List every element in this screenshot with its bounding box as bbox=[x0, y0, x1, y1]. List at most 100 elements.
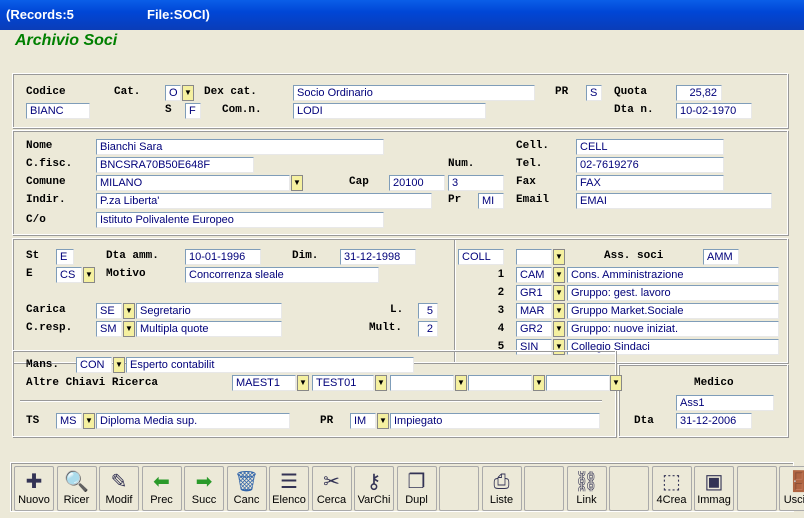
assoc-blank-dropdown-icon[interactable]: ▼ bbox=[553, 249, 565, 265]
toolbar-button-empty[interactable] bbox=[439, 466, 479, 511]
toolbar-button-empty[interactable] bbox=[609, 466, 649, 511]
toolbar-button-varchi[interactable]: ⚷ VarChi bbox=[354, 466, 394, 511]
l-label: L. bbox=[390, 304, 404, 316]
quota-field[interactable]: 25,82 bbox=[676, 85, 722, 101]
s-field[interactable]: F bbox=[185, 103, 201, 119]
co-field[interactable]: Istituto Polivalente Europeo bbox=[96, 212, 384, 228]
carica-field[interactable]: SE bbox=[96, 303, 122, 319]
medico-ass-field[interactable]: Ass1 bbox=[676, 395, 774, 411]
mans-field[interactable]: CON bbox=[76, 357, 112, 373]
l-field[interactable]: 5 bbox=[418, 303, 438, 319]
tel-field[interactable]: 02-7619276 bbox=[576, 157, 724, 173]
st-field[interactable]: E bbox=[56, 249, 74, 265]
cell-field[interactable]: CELL bbox=[576, 139, 724, 155]
mans-desc-field[interactable]: Esperto contabilit bbox=[126, 357, 414, 373]
cat-field[interactable]: O bbox=[165, 85, 181, 101]
codice-field[interactable]: BIANC bbox=[26, 103, 90, 119]
indir-field[interactable]: P.za Liberta' bbox=[96, 193, 432, 209]
dtaamm-field[interactable]: 10-01-1996 bbox=[185, 249, 261, 265]
key3-dropdown-icon[interactable]: ▼ bbox=[455, 375, 467, 391]
comune-field[interactable]: MILANO bbox=[96, 175, 290, 191]
assoc-row-code[interactable]: GR1 bbox=[516, 285, 552, 301]
mans-dropdown-icon[interactable]: ▼ bbox=[113, 357, 125, 373]
pr-field-mans[interactable]: IM bbox=[350, 413, 376, 429]
assoc-row-code[interactable]: GR2 bbox=[516, 321, 552, 337]
toolbar-button-elenco[interactable]: ☰ Elenco bbox=[269, 466, 309, 511]
key4-dropdown-icon[interactable]: ▼ bbox=[533, 375, 545, 391]
cat-dropdown-icon[interactable]: ▼ bbox=[182, 85, 194, 101]
pr-field-person[interactable]: MI bbox=[478, 193, 504, 209]
carica-dropdown-icon[interactable]: ▼ bbox=[123, 303, 135, 319]
assoc-row-code[interactable]: CAM bbox=[516, 267, 552, 283]
ts-desc-field[interactable]: Diploma Media sup. bbox=[96, 413, 290, 429]
cap-field[interactable]: 20100 bbox=[389, 175, 445, 191]
motivo-field[interactable]: Concorrenza sleale bbox=[185, 267, 379, 283]
key5-field[interactable] bbox=[546, 375, 610, 391]
toolbar-button-4crea[interactable]: ⬚ 4Crea bbox=[651, 466, 692, 511]
assoc-row-code[interactable]: MAR bbox=[516, 303, 552, 319]
pr-label-mans: PR bbox=[320, 415, 334, 427]
e-field[interactable]: CS bbox=[56, 267, 82, 283]
toolbar-button-modif[interactable]: ✎ Modif bbox=[99, 466, 139, 511]
assoc-row-number: 2 bbox=[497, 286, 504, 298]
search-icon: 🔍 bbox=[64, 471, 89, 493]
key2-dropdown-icon[interactable]: ▼ bbox=[375, 375, 387, 391]
fax-field[interactable]: FAX bbox=[576, 175, 724, 191]
assoc-row-desc[interactable]: Gruppo Market.Sociale bbox=[567, 303, 779, 319]
comn-field[interactable]: LODI bbox=[293, 103, 486, 119]
coll-field[interactable]: COLL bbox=[458, 249, 504, 265]
key4-field[interactable] bbox=[468, 375, 532, 391]
pr-field[interactable]: S bbox=[586, 85, 602, 101]
cresp-desc-field[interactable]: Multipla quote bbox=[136, 321, 282, 337]
assoc-row-desc[interactable]: Gruppo: gest. lavoro bbox=[567, 285, 779, 301]
mult-field[interactable]: 2 bbox=[418, 321, 438, 337]
exit-icon: 🚪 bbox=[786, 471, 804, 493]
key1-dropdown-icon[interactable]: ▼ bbox=[297, 375, 309, 391]
cresp-dropdown-icon[interactable]: ▼ bbox=[123, 321, 135, 337]
assoc-row-dropdown-icon[interactable]: ▼ bbox=[553, 303, 565, 319]
toolbar-button-empty[interactable] bbox=[524, 466, 564, 511]
ts-field[interactable]: MS bbox=[56, 413, 82, 429]
cfisc-field[interactable]: BNCSRA70B50E648F bbox=[96, 157, 254, 173]
toolbar-button-empty[interactable] bbox=[736, 466, 777, 511]
toolbar-button-nuovo[interactable]: ✚ Nuovo bbox=[14, 466, 54, 511]
dexcat-field[interactable]: Socio Ordinario bbox=[293, 85, 535, 101]
toolbar-button-succ[interactable]: ➡ Succ bbox=[184, 466, 224, 511]
cresp-field[interactable]: SM bbox=[96, 321, 122, 337]
pr-mans-dropdown-icon[interactable]: ▼ bbox=[377, 413, 389, 429]
amm-field[interactable]: AMM bbox=[703, 249, 739, 265]
assoc-row-dropdown-icon[interactable]: ▼ bbox=[553, 321, 565, 337]
key5-dropdown-icon[interactable]: ▼ bbox=[610, 375, 622, 391]
toolbar-button-ricer[interactable]: 🔍 Ricer bbox=[56, 466, 97, 511]
dtan-field[interactable]: 10-02-1970 bbox=[676, 103, 752, 119]
key3-field[interactable] bbox=[390, 375, 454, 391]
toolbar-button-dupl[interactable]: ❐ Dupl bbox=[396, 466, 437, 511]
email-field[interactable]: EMAI bbox=[576, 193, 772, 209]
toolbar-button-immag[interactable]: ▣ Immag bbox=[694, 466, 734, 511]
toolbar-button-canc[interactable]: 🗑 Canc bbox=[226, 466, 267, 511]
comune-dropdown-icon[interactable]: ▼ bbox=[291, 175, 303, 191]
nome-field[interactable]: Bianchi Sara bbox=[96, 139, 384, 155]
toolbar-button-uscita[interactable]: 🚪 Uscita bbox=[779, 466, 804, 511]
dim-field[interactable]: 31-12-1998 bbox=[340, 249, 416, 265]
toolbar-button-liste[interactable]: ⎙ Liste bbox=[481, 466, 522, 511]
dtan-label: Dta n. bbox=[614, 104, 654, 116]
toolbar-button-cerca[interactable]: ✂ Cerca bbox=[311, 466, 352, 511]
pr-desc-field[interactable]: Impiegato bbox=[390, 413, 600, 429]
carica-desc-field[interactable]: Segretario bbox=[136, 303, 282, 319]
assoc-row-desc[interactable]: Cons. Amministrazione bbox=[567, 267, 779, 283]
num-field[interactable]: 3 bbox=[448, 175, 504, 191]
toolbar-button-label: VarChi bbox=[357, 494, 391, 506]
assoc-row-desc[interactable]: Gruppo: nuove iniziat. bbox=[567, 321, 779, 337]
assoc-blank-field[interactable] bbox=[516, 249, 552, 265]
ts-dropdown-icon[interactable]: ▼ bbox=[83, 413, 95, 429]
key2-field[interactable]: TEST01 bbox=[312, 375, 374, 391]
assoc-row-dropdown-icon[interactable]: ▼ bbox=[553, 267, 565, 283]
e-dropdown-icon[interactable]: ▼ bbox=[83, 267, 95, 283]
mans-label: Mans. bbox=[26, 359, 60, 371]
medico-dta-field[interactable]: 31-12-2006 bbox=[676, 413, 752, 429]
assoc-row-dropdown-icon[interactable]: ▼ bbox=[553, 285, 565, 301]
key1-field[interactable]: MAEST1 bbox=[232, 375, 296, 391]
toolbar-button-prec[interactable]: ⬅ Prec bbox=[141, 466, 182, 511]
toolbar-button-link[interactable]: ⛓ Link bbox=[566, 466, 607, 511]
